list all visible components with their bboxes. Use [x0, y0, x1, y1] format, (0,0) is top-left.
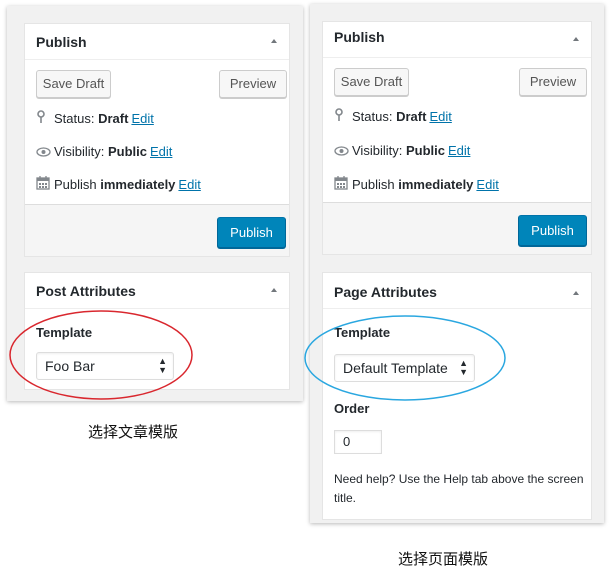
help-text: Need help? Use the Help tab above the sc… [334, 472, 584, 505]
publish-button[interactable]: Publish [518, 215, 587, 246]
template-label: Template [36, 325, 93, 340]
post-attributes-box: Post Attributes Template Foo Bar ▲ ▼ [24, 272, 290, 390]
publish-button[interactable]: Publish [217, 217, 286, 248]
publish-box-title: Publish [36, 34, 87, 50]
publish-box-header[interactable]: Publish [323, 22, 591, 58]
calendar-icon [36, 176, 54, 195]
save-draft-button[interactable]: Save Draft [36, 70, 111, 98]
page-editor-sidebar: Publish Save Draft Preview Status: Draft… [310, 4, 604, 523]
publish-date-row: Publish immediately Edit [36, 176, 201, 194]
template-select[interactable]: Foo Bar ▲ ▼ [36, 352, 174, 380]
status-row: Status: Draft Edit [334, 108, 452, 126]
post-attributes-title: Post Attributes [36, 283, 136, 299]
publish-box: Publish Save Draft Preview Status: Draft… [24, 23, 290, 257]
preview-button[interactable]: Preview [519, 68, 587, 96]
post-attributes-header[interactable]: Post Attributes [25, 273, 289, 309]
page-attributes-box: Page Attributes Template Default Templat… [322, 272, 592, 520]
visibility-value: Public [405, 143, 445, 158]
visibility-label: Visibility: [352, 143, 403, 158]
pin-icon [36, 110, 54, 129]
publish-value: immediately [100, 177, 176, 192]
visibility-row: Visibility: Public Edit [36, 143, 172, 161]
publish-label: Publish [54, 177, 97, 192]
select-arrows-icon: ▲ ▼ [158, 356, 167, 375]
order-input[interactable]: 0 [334, 430, 382, 454]
status-value: Draft [98, 111, 129, 126]
publish-edit-link[interactable]: Edit [178, 177, 200, 192]
template-select-value: Default Template [343, 360, 448, 376]
status-value: Draft [396, 109, 427, 124]
publish-edit-link[interactable]: Edit [476, 177, 498, 192]
page-attributes-title: Page Attributes [334, 284, 437, 300]
preview-button[interactable]: Preview [219, 70, 287, 98]
calendar-icon [334, 176, 352, 195]
post-editor-sidebar: Publish Save Draft Preview Status: Draft… [7, 6, 303, 401]
save-draft-button[interactable]: Save Draft [334, 68, 409, 96]
template-select-value: Foo Bar [45, 358, 95, 374]
status-label: Status: [352, 109, 393, 124]
page-attributes-header[interactable]: Page Attributes [323, 273, 591, 309]
visibility-edit-link[interactable]: Edit [150, 144, 172, 159]
visibility-edit-link[interactable]: Edit [448, 143, 470, 158]
status-row: Status: Draft Edit [36, 110, 154, 128]
triangle-up-icon[interactable] [271, 39, 277, 43]
publish-box-title: Publish [334, 29, 385, 45]
order-label: Order [334, 401, 370, 416]
eye-icon [334, 143, 352, 161]
select-arrows-icon: ▲ ▼ [459, 358, 468, 377]
visibility-row: Visibility: Public Edit [334, 142, 470, 160]
triangle-up-icon[interactable] [573, 37, 579, 41]
status-edit-link[interactable]: Edit [131, 111, 153, 126]
post-template-caption: 选择文章模版 [88, 423, 179, 441]
publish-actions: Publish [323, 202, 591, 254]
publish-box-header[interactable]: Publish [25, 24, 289, 60]
triangle-up-icon[interactable] [271, 288, 277, 292]
publish-actions: Publish [25, 204, 289, 256]
template-select[interactable]: Default Template ▲ ▼ [334, 354, 475, 382]
publish-box: Publish Save Draft Preview Status: Draft… [322, 21, 592, 255]
publish-date-row: Publish immediately Edit [334, 176, 499, 194]
eye-icon [36, 144, 54, 162]
publish-value: immediately [398, 177, 474, 192]
status-edit-link[interactable]: Edit [429, 109, 451, 124]
visibility-value: Public [107, 144, 147, 159]
visibility-label: Visibility: [54, 144, 105, 159]
publish-label: Publish [352, 177, 395, 192]
page-template-caption: 选择页面模版 [398, 550, 489, 568]
template-label: Template [334, 325, 391, 340]
triangle-up-icon[interactable] [573, 291, 579, 295]
pin-icon [334, 108, 352, 127]
status-label: Status: [54, 111, 95, 126]
